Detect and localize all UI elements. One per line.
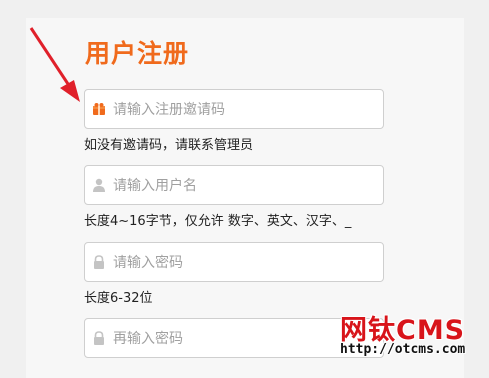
gift-icon — [93, 103, 105, 115]
watermark-url: http://otcms.com — [340, 342, 466, 357]
lock-icon — [94, 255, 104, 269]
username-hint: 长度4~16字节，仅允许 数字、英文、汉字、_ — [84, 214, 352, 229]
password-hint: 长度6-32位 — [84, 291, 153, 306]
lock-icon — [94, 331, 104, 345]
password-confirm-field[interactable] — [84, 318, 384, 359]
username-input[interactable] — [111, 166, 375, 206]
invite-code-field[interactable] — [84, 89, 384, 130]
watermark: 网钛CMS http://otcms.com — [340, 308, 480, 364]
username-field[interactable] — [84, 165, 384, 206]
invite-code-input[interactable] — [111, 90, 375, 130]
user-icon — [93, 178, 105, 192]
password-field[interactable] — [84, 242, 384, 283]
invite-code-hint: 如没有邀请码，请联系管理员 — [84, 138, 254, 153]
password-input[interactable] — [111, 243, 375, 283]
password-confirm-input[interactable] — [111, 319, 375, 359]
